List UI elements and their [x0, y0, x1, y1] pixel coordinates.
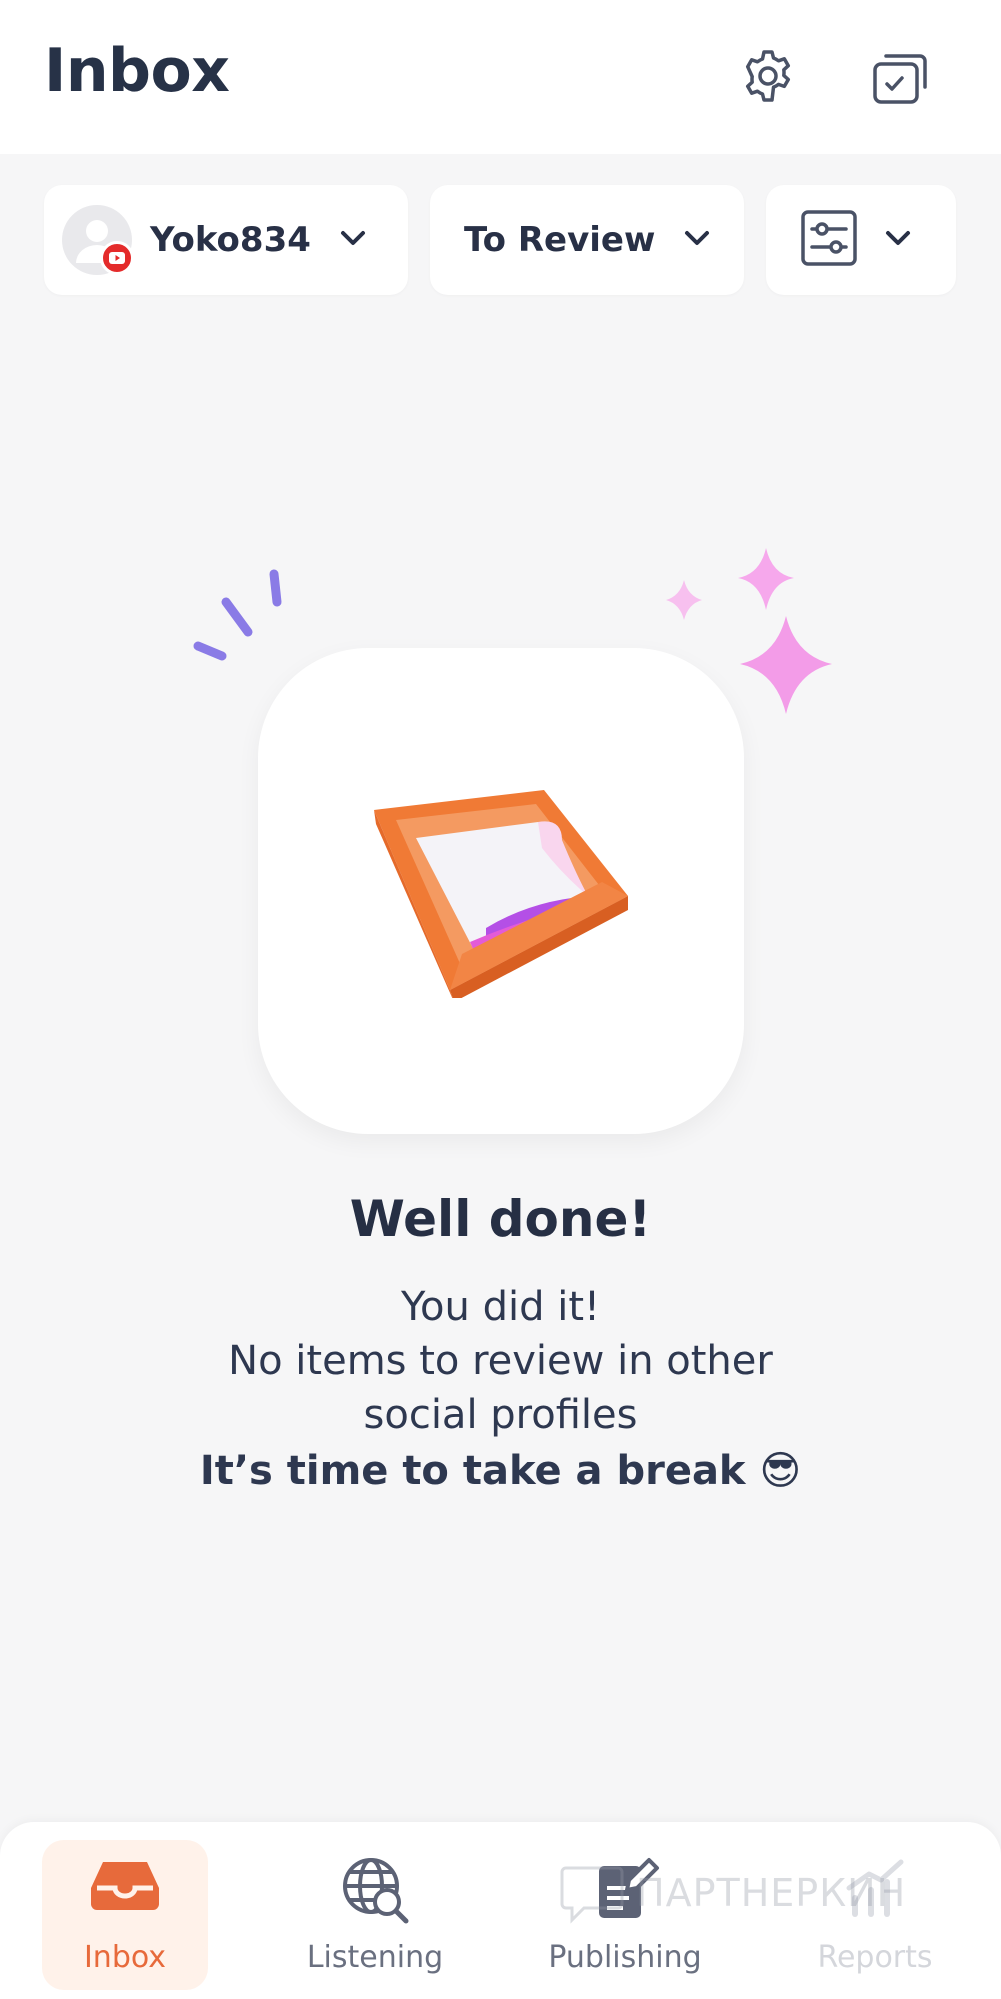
- publishing-icon: [589, 1854, 661, 1930]
- empty-state-headline: Well done!: [349, 1190, 652, 1248]
- nav-label: Publishing: [548, 1940, 702, 1975]
- account-name: Yoko834: [150, 220, 311, 260]
- status-filter-label: To Review: [464, 220, 656, 260]
- nav-item-inbox[interactable]: Inbox: [42, 1840, 208, 1990]
- chevron-down-icon: [339, 229, 367, 251]
- empty-state-cta-line: It’s time to take a break 😎: [199, 1448, 802, 1494]
- top-bar: Inbox: [0, 0, 1001, 154]
- nav-label: Reports: [817, 1940, 933, 1975]
- avatar: [62, 205, 134, 275]
- filter-settings-button[interactable]: [766, 185, 956, 295]
- inbox-tray-icon: [89, 1854, 161, 1918]
- tasks-icon[interactable]: [870, 46, 930, 106]
- burst-lines-decoration: [193, 569, 282, 661]
- nav-item-publishing[interactable]: Publishing: [542, 1840, 708, 1990]
- status-filter[interactable]: To Review: [430, 185, 744, 295]
- empty-state-line: You did it!: [400, 1284, 601, 1330]
- bottom-navigation: Inbox Listening Publishing Reports: [0, 1822, 1001, 1999]
- globe-search-icon: [339, 1854, 411, 1930]
- page-title: Inbox: [44, 36, 230, 106]
- illustration-card: [258, 648, 744, 1134]
- empty-state-line: social profiles: [363, 1392, 638, 1438]
- nav-label: Listening: [306, 1940, 444, 1975]
- gear-icon[interactable]: [738, 46, 798, 106]
- empty-state-line: No items to review in other: [228, 1338, 773, 1384]
- youtube-icon: [100, 241, 134, 275]
- nav-item-reports[interactable]: Reports: [792, 1840, 958, 1990]
- nav-item-listening[interactable]: Listening: [292, 1840, 458, 1990]
- sliders-icon: [800, 209, 858, 271]
- nav-label: Inbox: [83, 1940, 167, 1975]
- inbox-tray-illustration: [374, 790, 628, 998]
- reports-icon: [839, 1854, 911, 1930]
- chevron-down-icon: [884, 229, 912, 251]
- account-selector[interactable]: Yoko834: [44, 185, 408, 295]
- chevron-down-icon: [683, 229, 711, 251]
